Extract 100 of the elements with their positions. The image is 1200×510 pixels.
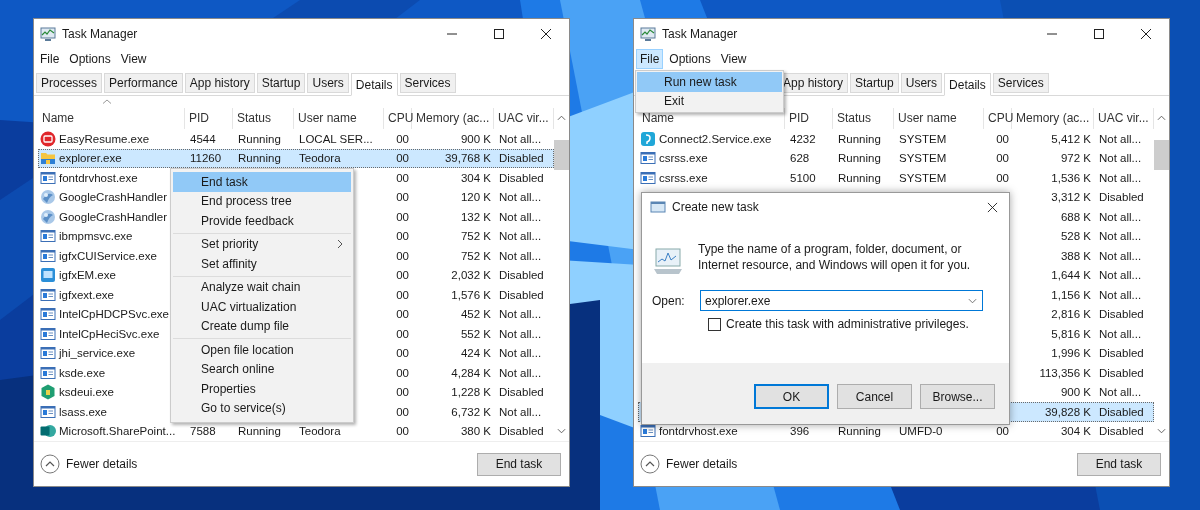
selected-row[interactable]: explorer.exe 11260 Running Teodora 00 39,768 K Disabled — [38, 148, 554, 168]
menu-item[interactable]: View — [716, 49, 751, 69]
table-cell: GoogleCrashHandler — [59, 191, 168, 204]
menu-item[interactable]: Go to service(s) — [173, 398, 351, 418]
checkbox[interactable] — [708, 317, 721, 331]
table-cell: Not all... — [1099, 269, 1142, 282]
table-cell: ibmpmsvc.exe — [59, 230, 133, 243]
table-cell: Connect2.Service.exe — [659, 132, 772, 145]
table-cell: 380 K — [460, 425, 491, 438]
column-header[interactable]: PID — [185, 108, 233, 129]
menu-item[interactable]: Set affinity — [173, 254, 351, 274]
table-cell: IntelCpHDCPSvc.exe — [59, 308, 169, 321]
scroll-up-icon[interactable] — [1157, 115, 1166, 121]
column-header[interactable]: UAC vir... — [494, 108, 554, 129]
menu-item[interactable]: Set priority — [173, 234, 351, 254]
menu-item[interactable]: Analyze wait chain — [173, 277, 351, 297]
dialog-button[interactable]: Cancel — [837, 384, 912, 409]
tab[interactable]: Performance — [104, 73, 183, 93]
column-header[interactable]: Name — [38, 108, 185, 129]
menu-item[interactable]: End task — [173, 172, 351, 192]
close-icon[interactable] — [987, 201, 998, 213]
table-cell: 00 — [396, 249, 409, 262]
table-cell: 120 K — [460, 191, 491, 204]
program-window-icon — [40, 228, 56, 245]
tab[interactable]: Users — [900, 73, 943, 93]
tab[interactable]: Details — [350, 73, 398, 96]
scrollbar-thumb[interactable] — [1154, 140, 1169, 170]
table-cell: Not all... — [1099, 288, 1142, 301]
menu-item[interactable]: Create dump file — [173, 316, 351, 336]
column-header[interactable]: Status — [233, 108, 294, 129]
table-cell: Running — [838, 152, 881, 165]
menu-item[interactable]: File — [636, 49, 664, 69]
program-window-icon — [40, 306, 56, 323]
column-header[interactable]: CPU — [984, 108, 1012, 129]
dialog-button[interactable]: OK — [754, 384, 829, 409]
column-header[interactable]: Memory (ac... — [412, 108, 494, 129]
scroll-down-icon[interactable] — [557, 428, 566, 434]
menu-item[interactable]: View — [116, 49, 151, 69]
caret-icon[interactable] — [968, 298, 977, 304]
table-cell: 00 — [396, 366, 409, 379]
table-cell: 688 K — [1060, 210, 1091, 223]
column-header[interactable]: User name — [294, 108, 384, 129]
table-cell: Not all... — [499, 308, 542, 321]
tab[interactable]: Services — [992, 73, 1049, 93]
program-window-icon — [40, 286, 56, 303]
menu-item[interactable]: Options — [665, 49, 715, 69]
tab[interactable]: Details — [944, 73, 991, 96]
menu-item[interactable]: Properties — [173, 379, 351, 399]
menu-item[interactable]: UAC virtualization — [173, 297, 351, 317]
table-cell: Disabled — [499, 152, 544, 165]
combo-field[interactable]: explorer.exe — [700, 290, 983, 311]
menu-item[interactable]: Run new task — [637, 72, 782, 92]
table-cell: 00 — [396, 386, 409, 399]
table-cell: Not all... — [499, 366, 542, 379]
column-header[interactable]: Memory (ac... — [1012, 108, 1094, 129]
table-cell: Disabled — [499, 425, 544, 438]
menu-item[interactable]: Provide feedback — [173, 211, 351, 231]
table-cell: SYSTEM — [899, 152, 947, 165]
column-header[interactable]: User name — [894, 108, 984, 129]
table-cell: Disabled — [1099, 191, 1144, 204]
table-cell: 00 — [396, 230, 409, 243]
column-header[interactable]: UAC vir... — [1094, 108, 1154, 129]
scroll-up-icon[interactable] — [557, 115, 566, 121]
scroll-down-icon[interactable] — [1157, 428, 1166, 434]
column-header[interactable]: Status — [833, 108, 894, 129]
scrollbar-thumb[interactable] — [554, 140, 569, 170]
column-header[interactable]: CPU — [384, 108, 412, 129]
table-cell: Not all... — [499, 249, 542, 262]
tab[interactable]: Users — [307, 73, 349, 93]
fewer-details-button[interactable]: Fewer details — [640, 454, 738, 474]
menu-item[interactable]: File — [36, 49, 64, 69]
end-task-button[interactable]: End task — [1077, 452, 1161, 476]
tab[interactable]: Startup — [256, 73, 306, 93]
menu-item[interactable]: Search online — [173, 359, 351, 379]
column-header[interactable]: PID — [785, 108, 833, 129]
menu-item[interactable]: Open file location — [173, 340, 351, 360]
tab[interactable]: Startup — [850, 73, 899, 93]
fewer-details-button[interactable]: Fewer details — [40, 454, 138, 474]
menu-item[interactable]: Options — [65, 49, 115, 69]
table-cell: 00 — [396, 327, 409, 340]
table-cell: csrss.exe — [659, 152, 708, 165]
menu-item[interactable]: End process tree — [173, 191, 351, 211]
table-cell: igfxCUIService.exe — [59, 249, 157, 262]
table-cell: 304 K — [460, 171, 491, 184]
table-cell: UMFD-0 — [899, 425, 943, 438]
table-cell: Disabled — [1099, 308, 1144, 321]
monitor-chart-icon — [40, 26, 56, 42]
table-cell: Teodora — [299, 425, 341, 438]
table-cell: fontdrvhost.exe — [659, 425, 738, 438]
menu-item[interactable]: Exit — [637, 91, 782, 111]
table-cell: Not all... — [1099, 327, 1142, 340]
tab[interactable]: App history — [184, 73, 255, 93]
table-cell: EasyResume.exe — [59, 132, 150, 145]
tab[interactable]: Services — [399, 73, 456, 93]
maximize-icon — [492, 28, 505, 40]
tab[interactable]: Processes — [36, 73, 103, 93]
end-task-button[interactable]: End task — [477, 452, 561, 476]
program-window-icon — [40, 345, 56, 362]
dialog-button[interactable]: Browse... — [920, 384, 995, 409]
table-cell: 132 K — [460, 210, 491, 223]
